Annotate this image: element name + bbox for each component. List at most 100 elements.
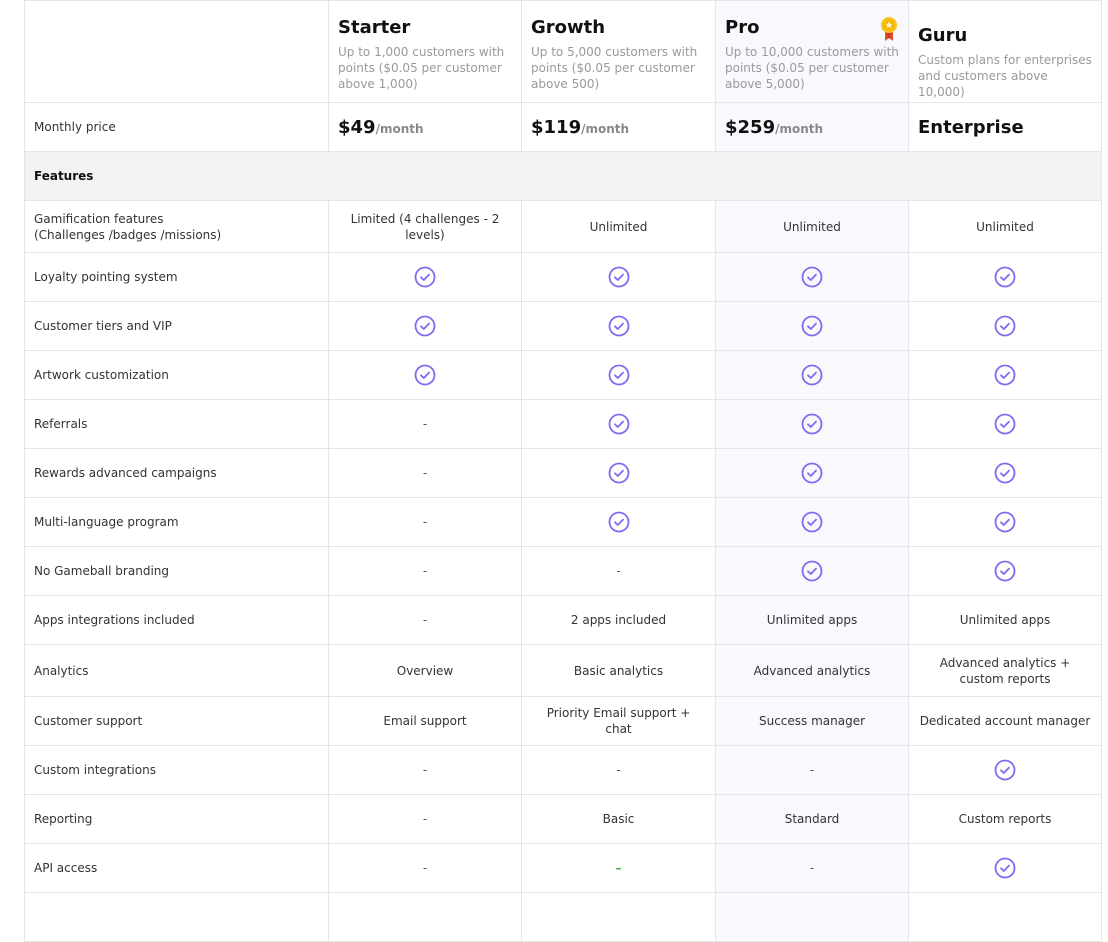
feature-value: Priority Email support + chat (521, 696, 716, 746)
feature-value: - (328, 843, 522, 893)
plan-header-growth: Growth Up to 5,000 customers with points… (521, 0, 716, 103)
feature-value: Unlimited (521, 200, 716, 253)
feature-row: Multi-language program - (24, 497, 1102, 547)
feature-value: Limited (4 challenges - 2 levels) (328, 200, 522, 253)
check-circle-icon (801, 266, 823, 288)
dash-indicator: - (422, 763, 428, 777)
feature-value (328, 350, 522, 400)
feature-value: Success manager (715, 696, 909, 746)
feature-value (908, 843, 1102, 893)
feature-label: Artwork customization (24, 350, 329, 400)
feature-label: Apps integrations included (24, 595, 329, 645)
plan-description: Up to 10,000 customers with points ($0.0… (725, 45, 899, 91)
feature-value: - (328, 399, 522, 449)
plan-description: Up to 5,000 customers with points ($0.05… (531, 45, 698, 91)
check-circle-icon (608, 462, 629, 484)
section-heading: Features (24, 151, 1102, 201)
check-circle-icon (994, 857, 1016, 879)
dash-indicator: - (809, 763, 815, 777)
feature-label: Rewards advanced campaigns (24, 448, 329, 498)
feature-row: Customer tiers and VIP (24, 301, 1102, 351)
header-empty-cell (24, 0, 329, 103)
check-circle-icon (414, 315, 436, 337)
dash-indicator: - (422, 812, 428, 826)
feature-value: - (521, 745, 716, 795)
feature-value: - (328, 546, 522, 596)
feature-value: - (328, 745, 522, 795)
feature-value (715, 546, 909, 596)
plans-header-row: Starter Up to 1,000 customers with point… (24, 0, 1102, 103)
feature-row: Custom integrations - - - (24, 745, 1102, 795)
feature-label: Customer support (24, 696, 329, 746)
feature-value: Dedicated account manager (908, 696, 1102, 746)
feature-label (24, 892, 329, 942)
dash-indicator: - (422, 417, 428, 431)
price-period: /month (581, 121, 630, 136)
dash-indicator: - (616, 564, 621, 578)
feature-value (715, 497, 909, 547)
feature-label: Referrals (24, 399, 329, 449)
monthly-price-row: Monthly price $49/month $119/month $259/… (24, 102, 1102, 152)
feature-label: Custom integrations (24, 745, 329, 795)
feature-value: - (521, 546, 716, 596)
check-circle-icon (608, 315, 629, 337)
check-circle-icon (994, 560, 1016, 582)
plan-name: Starter (338, 17, 411, 38)
price-amount: $259 (725, 116, 776, 138)
feature-value: Custom reports (908, 794, 1102, 844)
check-circle-icon (608, 413, 629, 435)
check-circle-icon (608, 511, 629, 533)
feature-value: - (328, 595, 522, 645)
feature-value: Standard (715, 794, 909, 844)
check-circle-icon (801, 511, 823, 533)
feature-value (521, 350, 716, 400)
feature-row: Rewards advanced campaigns - (24, 448, 1102, 498)
plan-header-guru: Guru Custom plans for enterprises and cu… (908, 0, 1102, 103)
check-circle-icon (608, 364, 629, 386)
feature-value (908, 745, 1102, 795)
dash-indicator: – (615, 861, 622, 875)
feature-value: Unlimited (908, 200, 1102, 253)
check-circle-icon (801, 413, 823, 435)
check-circle-icon (801, 462, 823, 484)
dash-indicator: - (616, 763, 621, 777)
feature-row: No Gameball branding - - (24, 546, 1102, 596)
feature-row: Artwork customization (24, 350, 1102, 400)
check-circle-icon (801, 560, 823, 582)
pricing-comparison-table: Starter Up to 1,000 customers with point… (24, 0, 1102, 942)
row-label: Monthly price (24, 102, 329, 152)
plan-name: Guru (918, 25, 968, 46)
check-circle-icon (994, 759, 1016, 781)
check-circle-icon (801, 364, 823, 386)
feature-label: Analytics (24, 644, 329, 697)
feature-value (328, 892, 522, 942)
price-amount: $119 (531, 116, 582, 138)
check-circle-icon (608, 266, 629, 288)
plan-description: Custom plans for enterprises and custome… (918, 53, 1092, 99)
price-period: /month (775, 121, 824, 136)
check-circle-icon (414, 364, 436, 386)
check-circle-icon (414, 266, 436, 288)
feature-value: - (715, 745, 909, 795)
feature-value: Overview (328, 644, 522, 697)
feature-value (715, 350, 909, 400)
feature-label: Reporting (24, 794, 329, 844)
feature-value: Unlimited apps (715, 595, 909, 645)
check-circle-icon (994, 462, 1016, 484)
dash-indicator: - (809, 861, 815, 875)
feature-value (521, 252, 716, 302)
feature-row: Customer support Email support Priority Em… (24, 696, 1102, 746)
feature-row: API access - – - (24, 843, 1102, 893)
feature-row: Referrals - (24, 399, 1102, 449)
price-amount: $49 (338, 116, 376, 138)
feature-label: Multi-language program (24, 497, 329, 547)
plan-price-growth: $119/month (521, 102, 716, 152)
feature-value (715, 448, 909, 498)
feature-value (908, 252, 1102, 302)
feature-label: No Gameball branding (24, 546, 329, 596)
feature-value: - (328, 497, 522, 547)
award-icon (881, 17, 897, 41)
plan-name: Growth (531, 17, 606, 38)
feature-value: Advanced analytics + custom reports (908, 644, 1102, 697)
feature-label: Gamification features (Challenges /badge… (24, 200, 329, 253)
